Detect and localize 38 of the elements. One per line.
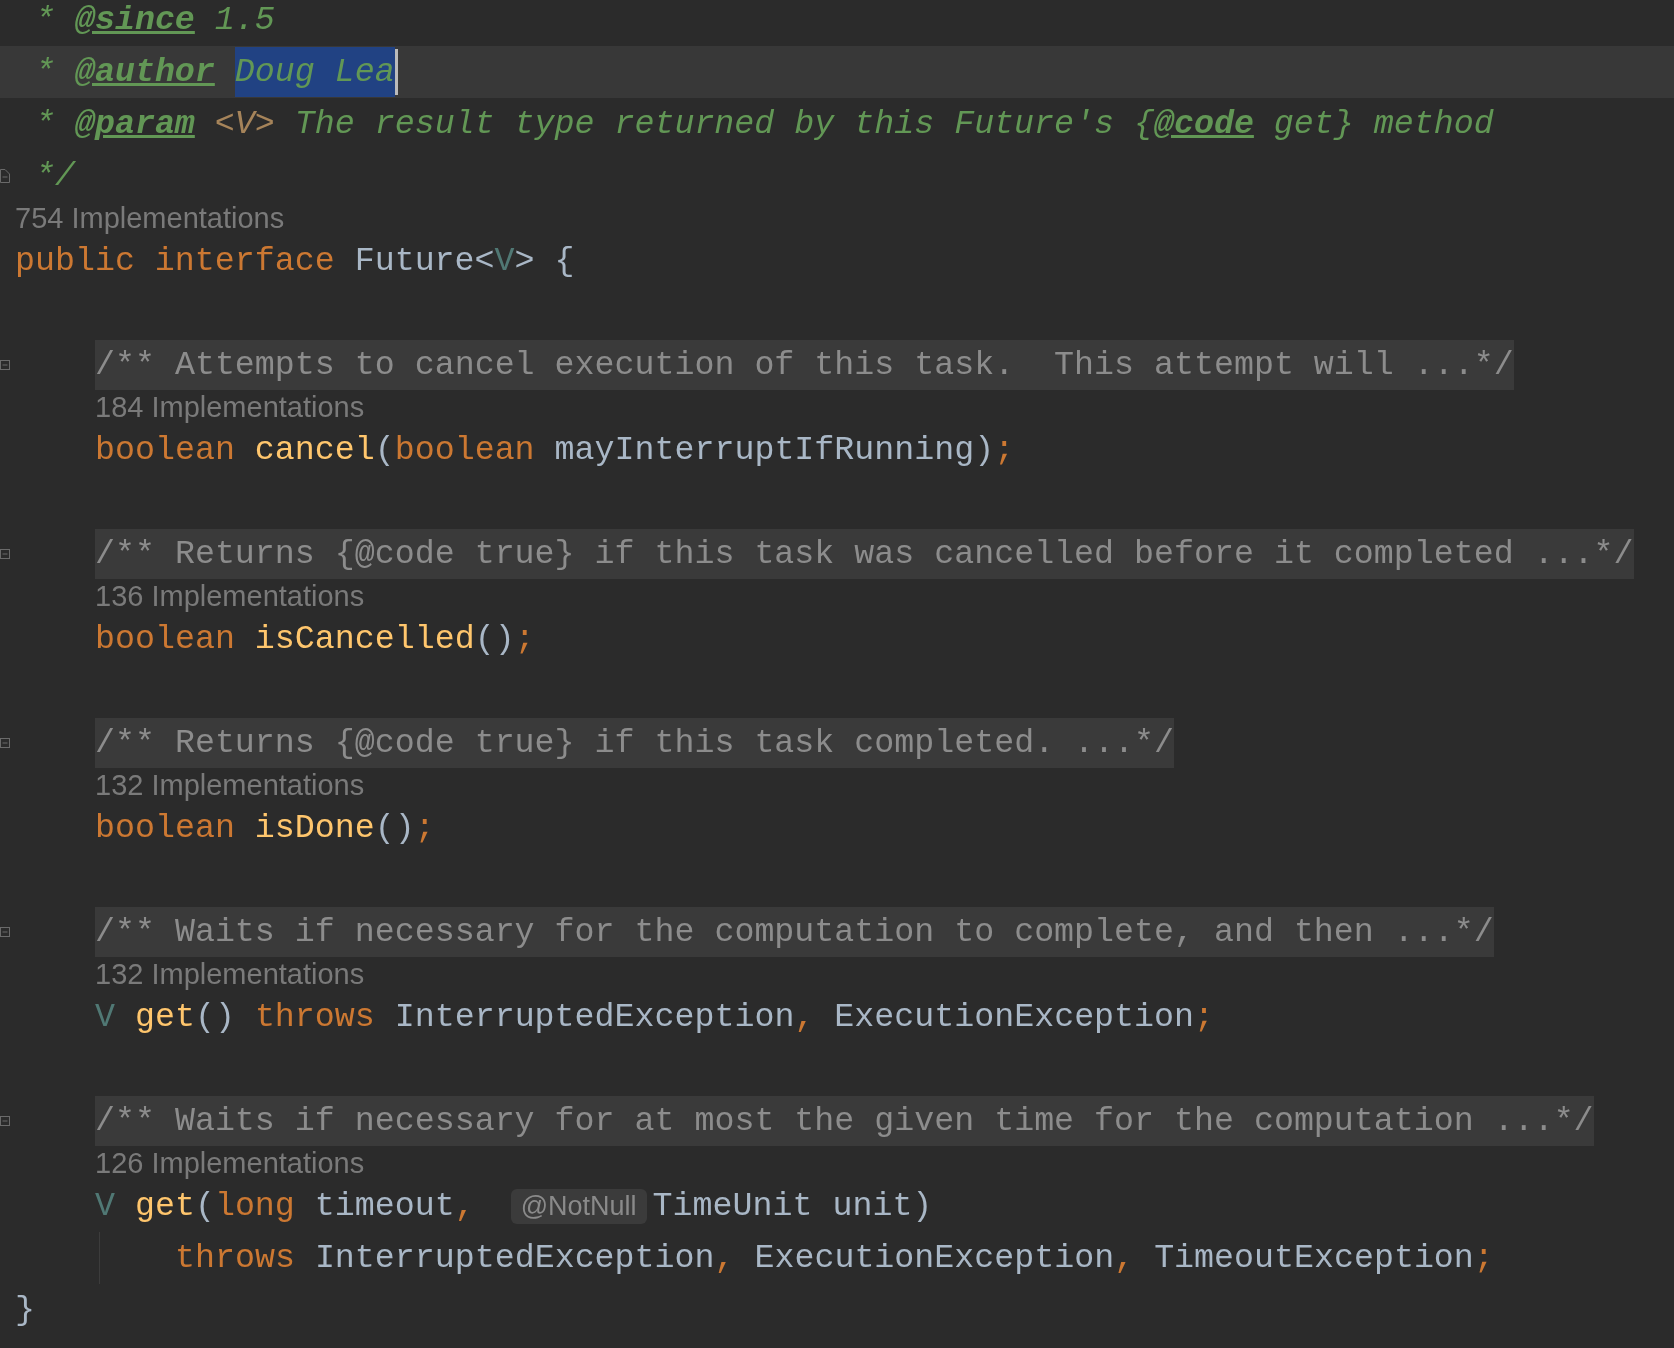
- fold-icon[interactable]: [0, 925, 10, 939]
- code-text: ,: [454, 1187, 476, 1225]
- code-text: *: [33, 53, 56, 91]
- code-line: boolean isDone();: [95, 809, 435, 847]
- code-line: */: [33, 157, 75, 195]
- code-line: public interface Future<V> {: [15, 242, 575, 280]
- code-line: boolean cancel(boolean mayInterruptIfRunning);: [95, 431, 1015, 469]
- code-line: boolean isCancelled();: [95, 620, 535, 658]
- folded-comment[interactable]: /** Attempts to cancel execution of this task. This attempt will ...*/: [95, 340, 1514, 390]
- code-text: TimeUnit unit): [652, 1187, 933, 1225]
- implementations-hint[interactable]: 132 Implementations: [95, 769, 365, 802]
- code-line: * @since 1.5: [33, 1, 275, 39]
- fold-icon[interactable]: [0, 358, 10, 372]
- code-line: throws InterruptedException, ExecutionException, TimeoutException;: [175, 1239, 1494, 1277]
- implementations-hint[interactable]: 184 Implementations: [95, 391, 365, 424]
- code-line: V get() throws InterruptedException, ExecutionException;: [95, 998, 1214, 1036]
- fold-icon[interactable]: [0, 1114, 10, 1128]
- folded-comment[interactable]: /** Waits if necessary for the computation to complete, and then ...*/: [95, 907, 1494, 957]
- folded-comment[interactable]: /** Returns {@code true} if this task was cancelled before it completed ...*/: [95, 529, 1634, 579]
- code-text: long: [214, 1187, 296, 1225]
- code-text: (: [194, 1187, 215, 1225]
- implementations-hint[interactable]: 132 Implementations: [95, 958, 365, 991]
- code-text: V: [95, 1187, 116, 1225]
- fold-icon[interactable]: [0, 547, 10, 561]
- code-text: timeout: [314, 1187, 455, 1225]
- code-line: }: [15, 1291, 35, 1329]
- code-text: get: [134, 1187, 195, 1225]
- code-text: @author: [74, 53, 215, 91]
- code-line: * @param <V> The result type returned by this Future's {@code get} method: [33, 105, 1494, 143]
- folded-comment[interactable]: /** Returns {@code true} if this task completed. ...*/: [95, 718, 1174, 768]
- implementations-hint[interactable]: 126 Implementations: [95, 1147, 365, 1180]
- folded-comment[interactable]: /** Waits if necessary for at most the given time for the computation ...*/: [95, 1096, 1594, 1146]
- inlay-hint[interactable]: @NotNull: [510, 1188, 647, 1224]
- selected-text: Doug Lea: [234, 47, 395, 97]
- implementations-hint[interactable]: 136 Implementations: [95, 580, 365, 613]
- fold-end-icon[interactable]: [0, 169, 10, 183]
- fold-icon[interactable]: [0, 736, 10, 750]
- implementations-hint[interactable]: 754 Implementations: [15, 202, 285, 235]
